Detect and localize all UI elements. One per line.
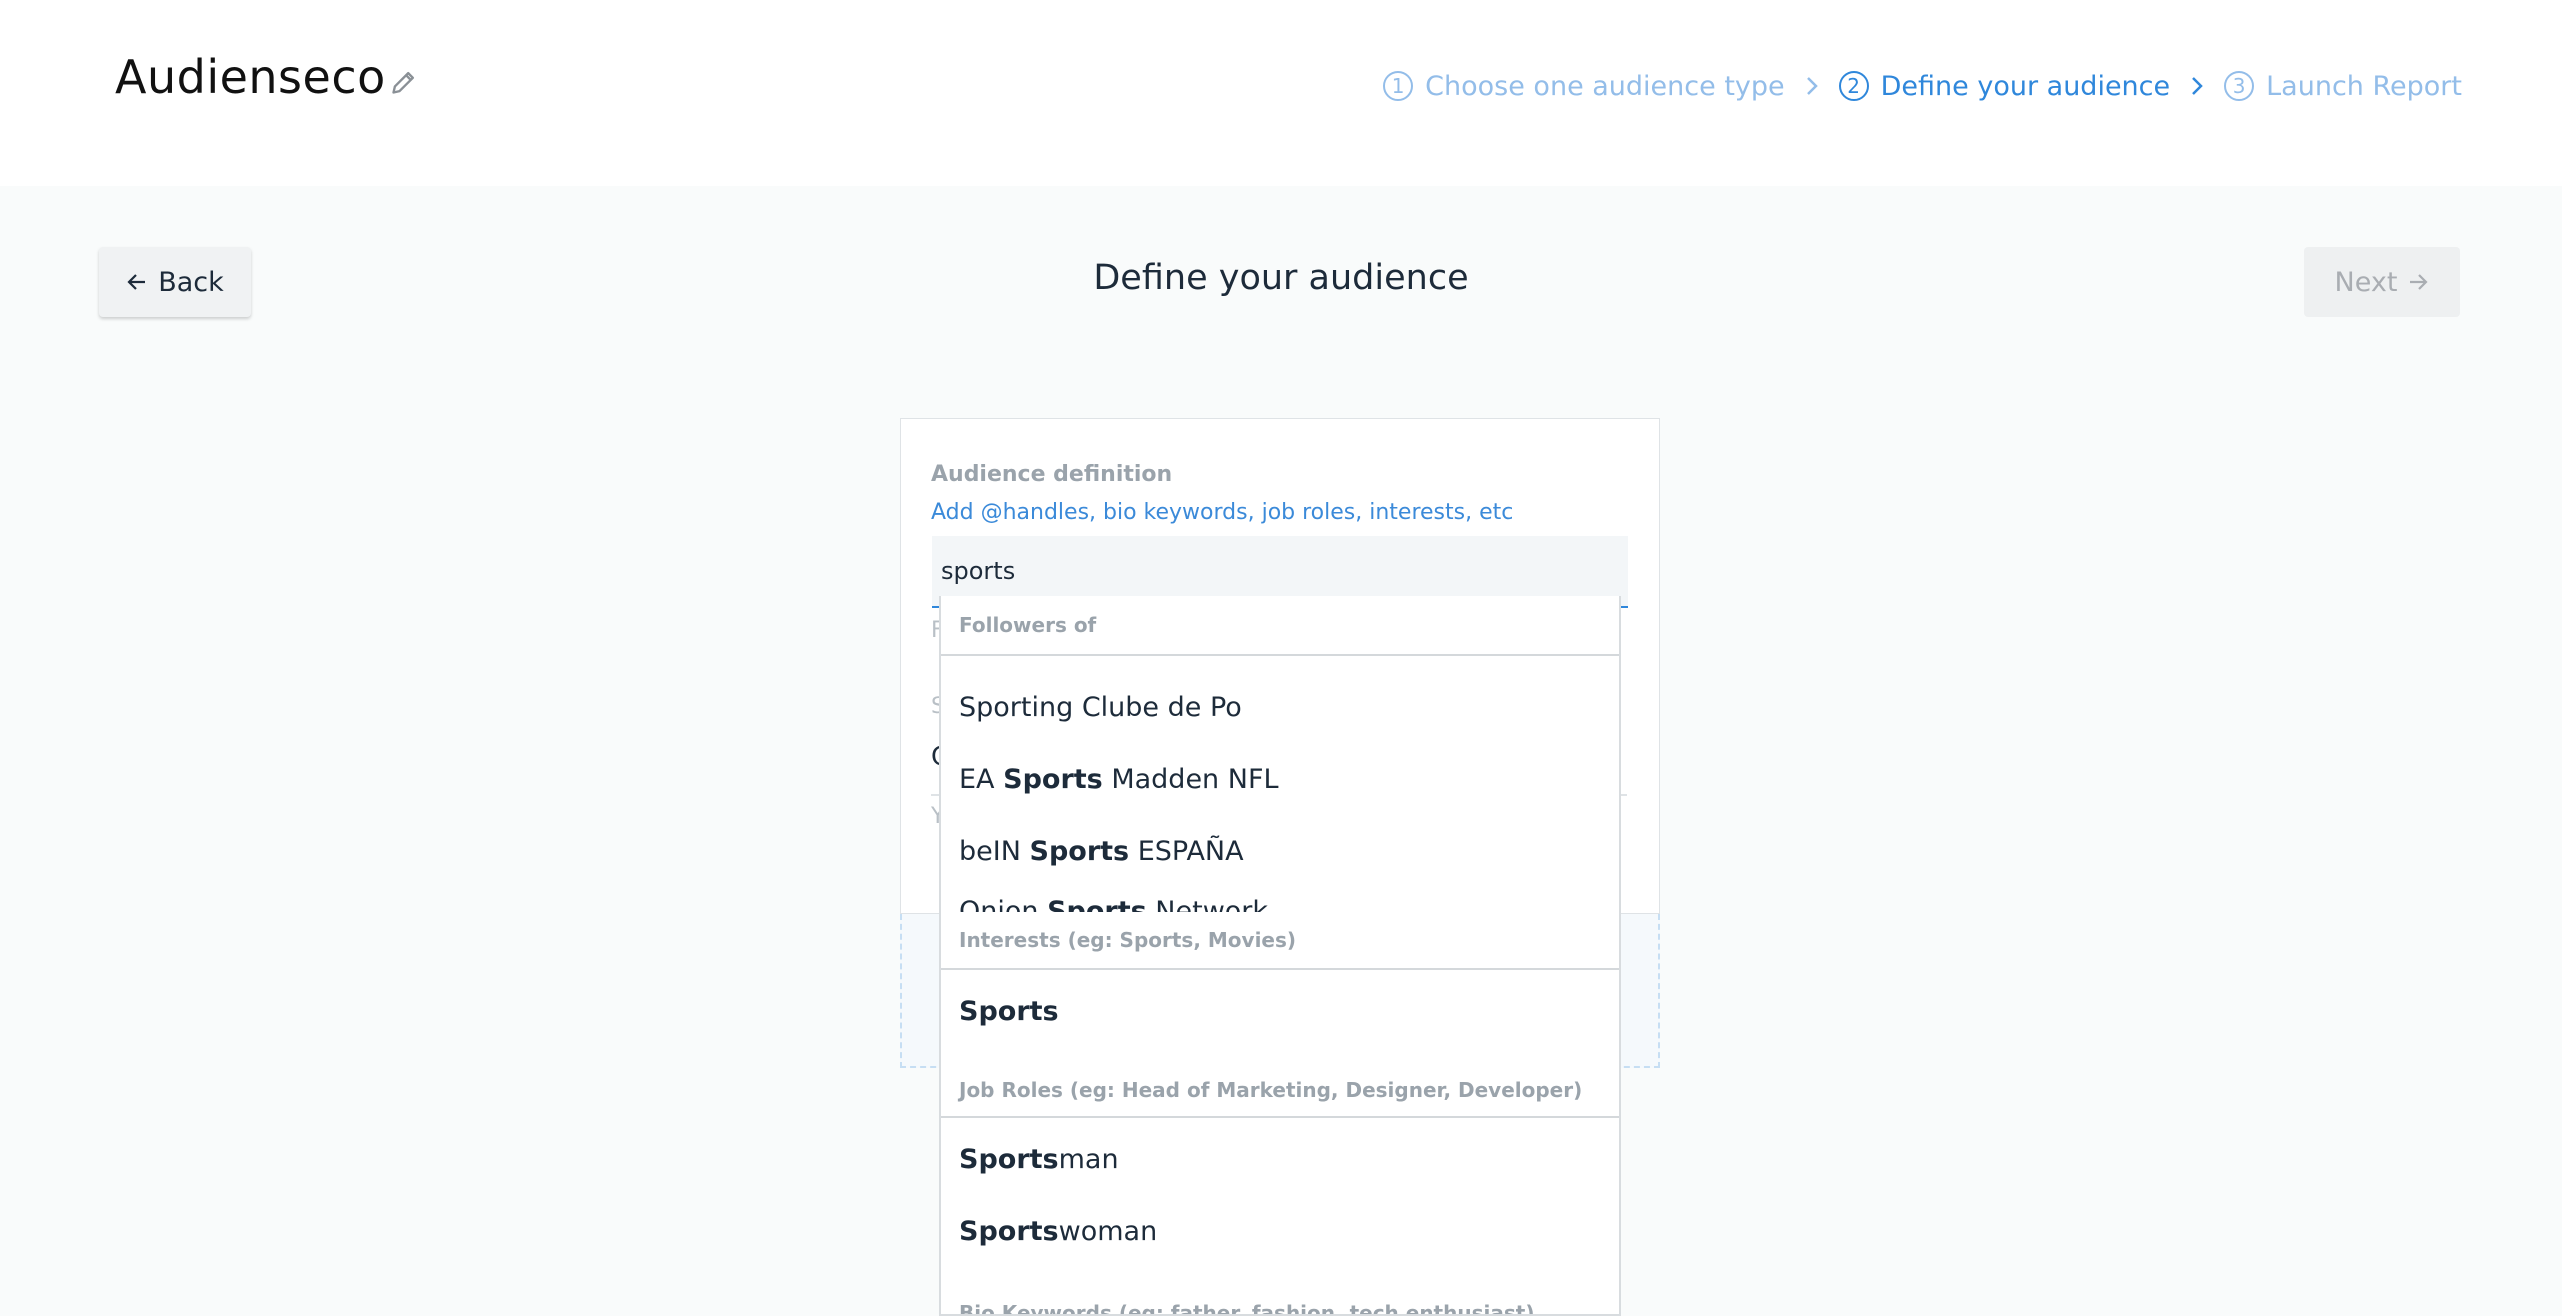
chevron-right-icon <box>1806 77 1818 95</box>
suggestion-match: Sports <box>1029 836 1130 867</box>
suggestion-item[interactable]: Sports <box>959 996 1059 1027</box>
suggestion-text: EA <box>959 764 1004 795</box>
search-input-value: sports <box>941 557 1016 585</box>
followers-list: Sporting Clube de Po EA Sports Madden NF… <box>941 656 1619 912</box>
next-button[interactable]: Next <box>2304 247 2460 317</box>
arrow-right-icon <box>2410 274 2429 290</box>
next-button-label: Next <box>2334 266 2398 298</box>
chevron-right-icon <box>2192 77 2203 95</box>
suggestion-item[interactable]: beIN Sports ESPAÑA <box>959 836 1244 867</box>
step-define-audience[interactable]: 2 Define your audience <box>1838 70 2171 102</box>
suggestion-item[interactable]: EA Sports Madden NFL <box>959 764 1279 795</box>
suggestion-item[interactable]: Sportswoman <box>959 1216 1157 1247</box>
suggestion-text: Sporting Clube de Po <box>959 692 1242 723</box>
step-number-3: 3 <box>2224 71 2255 101</box>
suggestions-dropdown: Followers of Sporting Clube de Po EA Spo… <box>939 596 1621 1316</box>
step-launch-report[interactable]: 3 Launch Report <box>2224 71 2462 102</box>
suggestion-text: ESPAÑA <box>1129 836 1244 867</box>
top-header: Audienseco 1 Choose one audience type 2 … <box>0 0 2562 186</box>
section-header-followers: Followers of <box>941 596 1619 656</box>
suggestion-text: Network <box>1146 896 1269 912</box>
step-label: Launch Report <box>2266 70 2462 102</box>
step-number-2: 2 <box>1838 71 1869 101</box>
section-header-interests: Interests (eg: Sports, Movies) <box>941 912 1619 970</box>
suggestion-match: Sports <box>1047 896 1147 912</box>
section-header-job-roles: Job Roles (eg: Head of Marketing, Design… <box>941 1048 1619 1118</box>
suggestion-text: Onion <box>959 896 1048 912</box>
wizard-steps: 1 Choose one audience type 2 Define your… <box>1383 66 2462 106</box>
suggestion-text: beIN <box>959 836 1030 867</box>
suggestion-match: Sports <box>959 1144 1059 1175</box>
step-label: Choose one audience type <box>1425 70 1785 102</box>
pencil-icon[interactable] <box>390 68 418 96</box>
suggestion-text: man <box>1058 1144 1119 1175</box>
step-number-1: 1 <box>1383 71 1414 101</box>
step-choose-audience-type[interactable]: 1 Choose one audience type <box>1383 70 1785 102</box>
suggestion-text: woman <box>1058 1216 1158 1247</box>
audience-definition-label: Audience definition <box>931 462 1173 487</box>
audience-definition-hint: Add @handles, bio keywords, job roles, i… <box>931 500 1514 525</box>
suggestion-item[interactable]: Onion Sports Network <box>959 896 1268 912</box>
page-title: Define your audience <box>1093 258 1469 298</box>
suggestion-match: Sports <box>959 996 1059 1027</box>
suggestion-text: Madden NFL <box>1102 764 1279 795</box>
suggestion-item[interactable]: Sportsman <box>959 1144 1119 1175</box>
suggestion-match: Sports <box>1003 764 1103 795</box>
app-title: Audienseco <box>115 50 386 104</box>
suggestion-match: Sports <box>959 1216 1059 1247</box>
section-header-bio-keywords: Bio Keywords (eg: father, fashion, tech … <box>941 1284 1619 1314</box>
suggestion-item[interactable]: Sporting Clube de Po <box>959 692 1242 723</box>
step-label: Define your audience <box>1880 70 2171 102</box>
